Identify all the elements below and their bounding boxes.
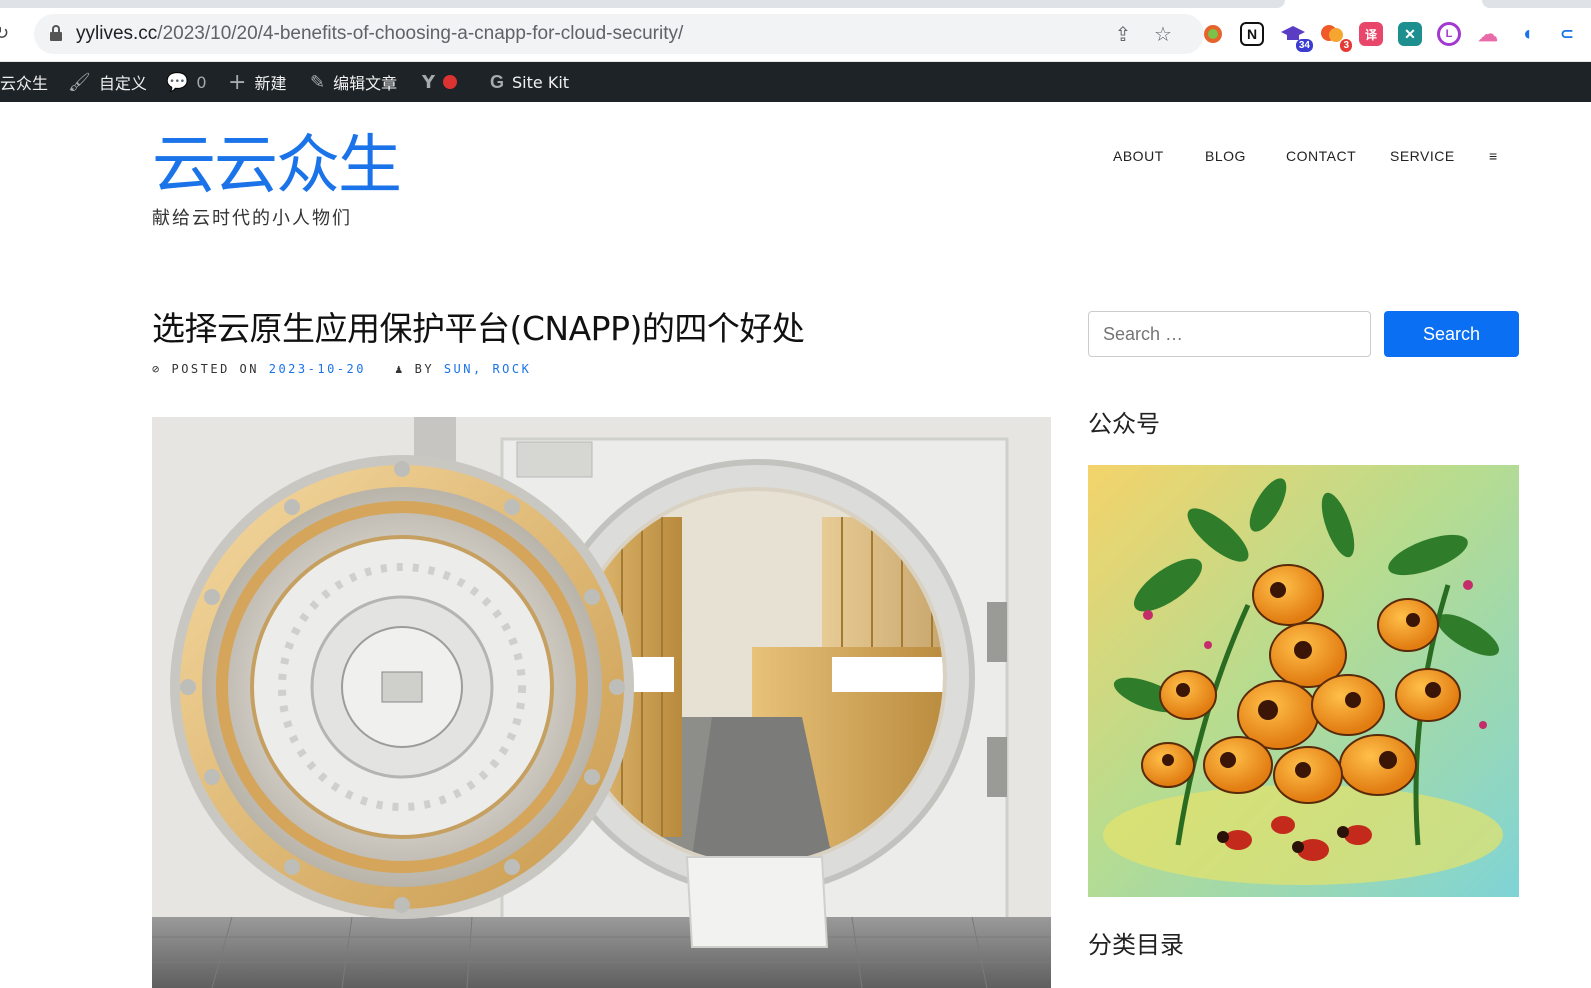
wp-admin-bar: 云众生 🖌 自定义 💬 0 + 新建 ✎ 编辑文章 Y G Site Kit bbox=[0, 62, 1591, 102]
posted-on-label: POSTED ON bbox=[171, 362, 259, 376]
translate-ext-icon[interactable]: 译 bbox=[1359, 22, 1383, 46]
adminbar-customize[interactable]: 🖌 自定义 bbox=[68, 62, 147, 102]
nav-contact[interactable]: CONTACT bbox=[1286, 148, 1356, 164]
notion-icon[interactable]: N bbox=[1240, 22, 1264, 46]
featured-image-vault bbox=[152, 417, 1051, 988]
adminbar-new[interactable]: + 新建 bbox=[228, 62, 286, 102]
user-icon: ♟ bbox=[395, 362, 405, 376]
url-path: /2023/10/20/4-benefits-of-choosing-a-cna… bbox=[157, 23, 684, 44]
blue-mark-ext-icon[interactable]: ◖ bbox=[1515, 22, 1539, 46]
adminbar-yoast[interactable]: Y bbox=[422, 62, 458, 102]
post-date-link[interactable]: 2023-10-20 bbox=[269, 362, 366, 376]
adminbar-sitekit[interactable]: G Site Kit bbox=[490, 62, 569, 102]
adminbar-new-label: 新建 bbox=[254, 74, 287, 93]
partial-ext-icon[interactable]: ⊂ bbox=[1555, 22, 1579, 46]
url-text[interactable]: yylives.cc/2023/10/20/4-benefits-of-choo… bbox=[76, 23, 683, 45]
adminbar-site-label: 云众生 bbox=[0, 74, 49, 93]
extension-badge: 3 bbox=[1340, 39, 1352, 52]
post-meta: ⊘ POSTED ON 2023-10-20 ♟ BY SUN, ROCK bbox=[152, 362, 531, 376]
nav-blog[interactable]: BLOG bbox=[1205, 148, 1246, 164]
orange-blob-ext-icon[interactable]: 3 bbox=[1320, 22, 1352, 52]
search-input[interactable] bbox=[1088, 311, 1371, 357]
cloud-ext-icon[interactable]: ☁ bbox=[1476, 22, 1500, 46]
lock-icon[interactable] bbox=[50, 25, 62, 41]
plus-icon: + bbox=[228, 69, 247, 95]
nav-service[interactable]: SERVICE bbox=[1390, 148, 1455, 164]
yoast-icon: Y bbox=[422, 71, 436, 93]
purple-ring-ext-icon[interactable]: L bbox=[1437, 22, 1461, 46]
comment-count: 0 bbox=[196, 72, 207, 92]
by-label: BY bbox=[414, 362, 435, 376]
address-bar[interactable]: yylives.cc/2023/10/20/4-benefits-of-choo… bbox=[34, 14, 1204, 54]
seo-status-dot-icon bbox=[443, 75, 458, 89]
adminbar-edit-label: 编辑文章 bbox=[333, 74, 398, 93]
adminbar-edit-post[interactable]: ✎ 编辑文章 bbox=[310, 62, 397, 102]
search-button[interactable]: Search bbox=[1384, 311, 1519, 357]
site-tagline: 献给云时代的小人物们 bbox=[152, 208, 352, 229]
adminbar-comments[interactable]: 💬 0 bbox=[166, 62, 207, 102]
post-title: 选择云原生应用保护平台(CNAPP)的四个好处 bbox=[152, 309, 805, 348]
adminbar-customize-label: 自定义 bbox=[98, 74, 147, 93]
circle-ext-icon[interactable] bbox=[1201, 22, 1225, 46]
nav-about[interactable]: ABOUT bbox=[1113, 148, 1164, 164]
share-icon[interactable]: ⇪ bbox=[1112, 23, 1134, 45]
site-title[interactable]: 云云众生 bbox=[152, 128, 402, 204]
paintbrush-icon: 🖌 bbox=[68, 71, 91, 93]
widget-title-categories: 分类目录 bbox=[1088, 931, 1184, 959]
bookmark-star-icon[interactable]: ☆ bbox=[1152, 23, 1174, 45]
adminbar-sitekit-label: Site Kit bbox=[512, 72, 570, 92]
adminbar-site-name[interactable]: 云众生 bbox=[0, 62, 48, 102]
post-author-link[interactable]: SUN, ROCK bbox=[444, 362, 532, 376]
comment-bubble-icon: 💬 bbox=[166, 71, 189, 93]
reload-icon[interactable]: ↻ bbox=[0, 24, 14, 44]
menu-toggle-icon[interactable]: ≡ bbox=[1489, 148, 1498, 164]
widget-title-wechat: 公众号 bbox=[1088, 410, 1160, 438]
wechat-qr-illustration[interactable] bbox=[1088, 465, 1519, 897]
browser-toolbar: ↻ yylives.cc/2023/10/20/4-benefits-of-ch… bbox=[0, 0, 1591, 62]
grad-cap-ext-icon[interactable]: 34 bbox=[1281, 22, 1313, 52]
cross-ext-icon[interactable]: ✕ bbox=[1398, 22, 1422, 46]
pencil-icon: ✎ bbox=[310, 71, 326, 93]
extension-badge: 34 bbox=[1295, 39, 1313, 52]
url-host: yylives.cc bbox=[76, 23, 158, 44]
google-g-icon: G bbox=[490, 71, 505, 92]
tab-strip bbox=[0, 0, 1591, 8]
link-icon: ⊘ bbox=[152, 362, 162, 376]
